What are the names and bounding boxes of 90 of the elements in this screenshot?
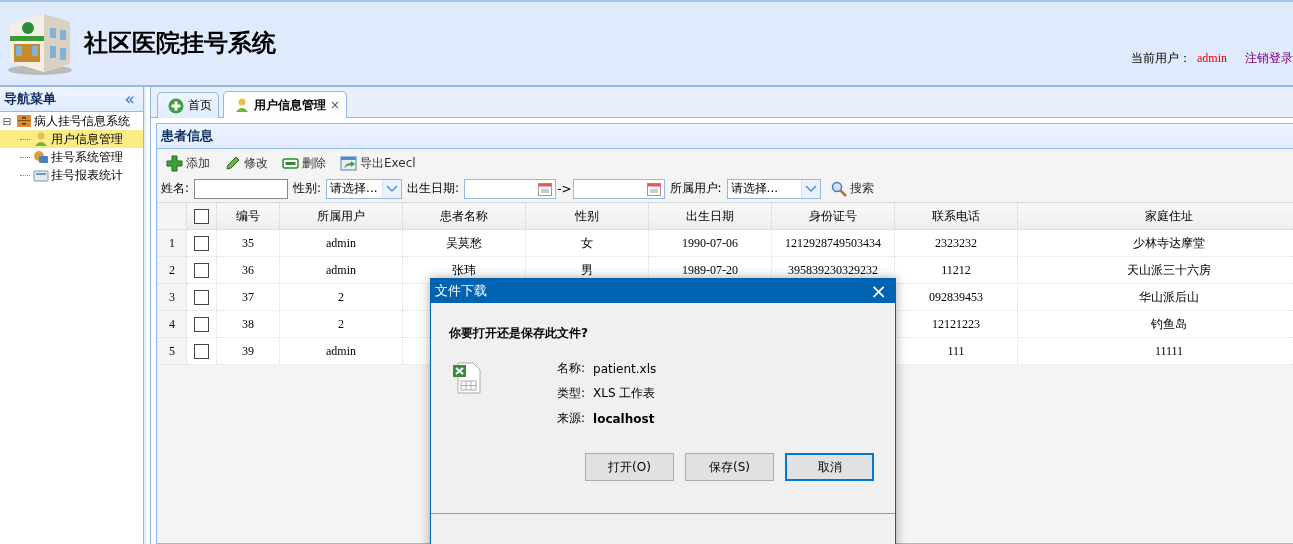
pencil-icon (224, 155, 241, 172)
table-cell: 39 (216, 337, 280, 365)
chevron-down-icon (804, 184, 817, 193)
table-cell: admin (279, 229, 403, 257)
dialog-question: 你要打开还是保存此文件? (449, 325, 589, 342)
checkbox[interactable] (194, 262, 209, 278)
range-separator: -> (557, 181, 572, 196)
row-number: 2 (157, 256, 187, 284)
info-label: 来源: (557, 410, 586, 427)
chevron-down-icon (386, 184, 399, 193)
user-name: admin (1197, 51, 1227, 66)
checkbox[interactable] (194, 235, 209, 251)
field-label: 姓名: (161, 180, 190, 197)
toolbar-button[interactable]: 修改 (221, 153, 271, 174)
column-header[interactable]: 出生日期 (648, 202, 772, 230)
table-cell: 1990-07-06 (648, 229, 772, 257)
calendar-icon (646, 181, 661, 196)
toolbar-button[interactable]: 删除 (279, 153, 329, 174)
table-cell: admin (279, 337, 403, 365)
column-header[interactable]: 编号 (216, 202, 280, 230)
table-cell: 女 (525, 229, 649, 257)
table-cell: 2 (279, 310, 403, 338)
close-icon[interactable]: × (330, 98, 341, 112)
name-field[interactable] (194, 178, 289, 199)
date-field[interactable] (572, 178, 665, 199)
panel-title: 患者信息 (157, 124, 1293, 149)
user-label: 当前用户： (1131, 50, 1191, 67)
collapse-toggle[interactable]: ⊟ (0, 114, 14, 128)
field-label: 性别: (293, 180, 322, 197)
row-number: 4 (157, 310, 187, 338)
calendar-icon (538, 181, 553, 196)
column-header[interactable]: 性别 (525, 202, 649, 230)
select-field[interactable]: 请选择... (326, 178, 403, 199)
column-header[interactable]: 所属用户 (279, 202, 403, 230)
toolbar-button[interactable]: 添加 (163, 153, 213, 174)
export-icon (340, 155, 357, 172)
row-number: 3 (157, 283, 187, 311)
checkbox[interactable] (194, 316, 209, 332)
table-icon (33, 167, 49, 183)
select-field[interactable]: 请选择... (726, 178, 821, 199)
table-cell: admin (279, 256, 403, 284)
table-cell: 2 (279, 283, 403, 311)
column-header[interactable]: 家庭住址 (1017, 202, 1293, 230)
row-number: 1 (157, 229, 187, 257)
tree-item[interactable]: 挂号报表统计 (0, 166, 143, 184)
dialog-button[interactable]: 取消 (785, 453, 874, 481)
search-icon (830, 180, 847, 197)
person-icon (33, 131, 49, 147)
spreadsheet-file-icon (453, 362, 481, 394)
tree-item[interactable]: 用户信息管理 (0, 130, 143, 148)
tree-item[interactable]: ⊟ 病人挂号信息系统 (0, 112, 143, 130)
checkbox[interactable] (194, 343, 209, 359)
collapse-button[interactable]: « (124, 89, 135, 109)
table-cell: 1212928749503434 (771, 229, 895, 257)
column-header[interactable]: 患者名称 (402, 202, 526, 230)
dialog-button[interactable]: 打开(O) (585, 453, 674, 481)
field-label: 出生日期: (407, 180, 460, 197)
table-cell: 吴莫愁 (402, 229, 526, 257)
info-label: 类型: (557, 385, 586, 402)
tab[interactable]: 首页 (157, 92, 219, 118)
app-title: 社区医院挂号系统 (84, 27, 276, 59)
date-field[interactable] (464, 178, 557, 199)
row-number: 5 (157, 337, 187, 365)
plus-circle-icon (168, 97, 184, 114)
dialog-title: 文件下载 (435, 281, 487, 300)
toolbar-button[interactable]: 导出Execl (337, 153, 419, 174)
nav-title: 导航菜单 (4, 90, 56, 108)
logout-link[interactable]: 注销登录 (1245, 50, 1293, 67)
column-header[interactable]: 身份证号 (771, 202, 895, 230)
info-value: patient.xls (593, 361, 657, 376)
checkbox[interactable] (194, 208, 209, 224)
table-cell: 36 (216, 256, 280, 284)
dialog-button[interactable]: 保存(S) (685, 453, 774, 481)
minus-icon (282, 155, 299, 172)
checkbox[interactable] (194, 289, 209, 305)
tab[interactable]: 用户信息管理 × (223, 91, 348, 118)
table-cell: 37 (216, 283, 280, 311)
table-cell: 2323232 (894, 229, 1018, 257)
info-value: localhost (593, 411, 655, 426)
table-cell: 38 (216, 310, 280, 338)
column-header[interactable]: 联系电话 (894, 202, 1018, 230)
drawer-icon (16, 113, 32, 129)
tree-item[interactable]: 挂号系统管理 (0, 148, 143, 166)
field-label: 所属用户: (669, 180, 722, 197)
info-label: 名称: (557, 360, 586, 377)
table-cell: 35 (216, 229, 280, 257)
person-icon (234, 97, 250, 113)
info-value: XLS 工作表 (593, 385, 656, 402)
plus-icon (166, 155, 183, 172)
search-button[interactable]: 搜索 (827, 178, 877, 199)
